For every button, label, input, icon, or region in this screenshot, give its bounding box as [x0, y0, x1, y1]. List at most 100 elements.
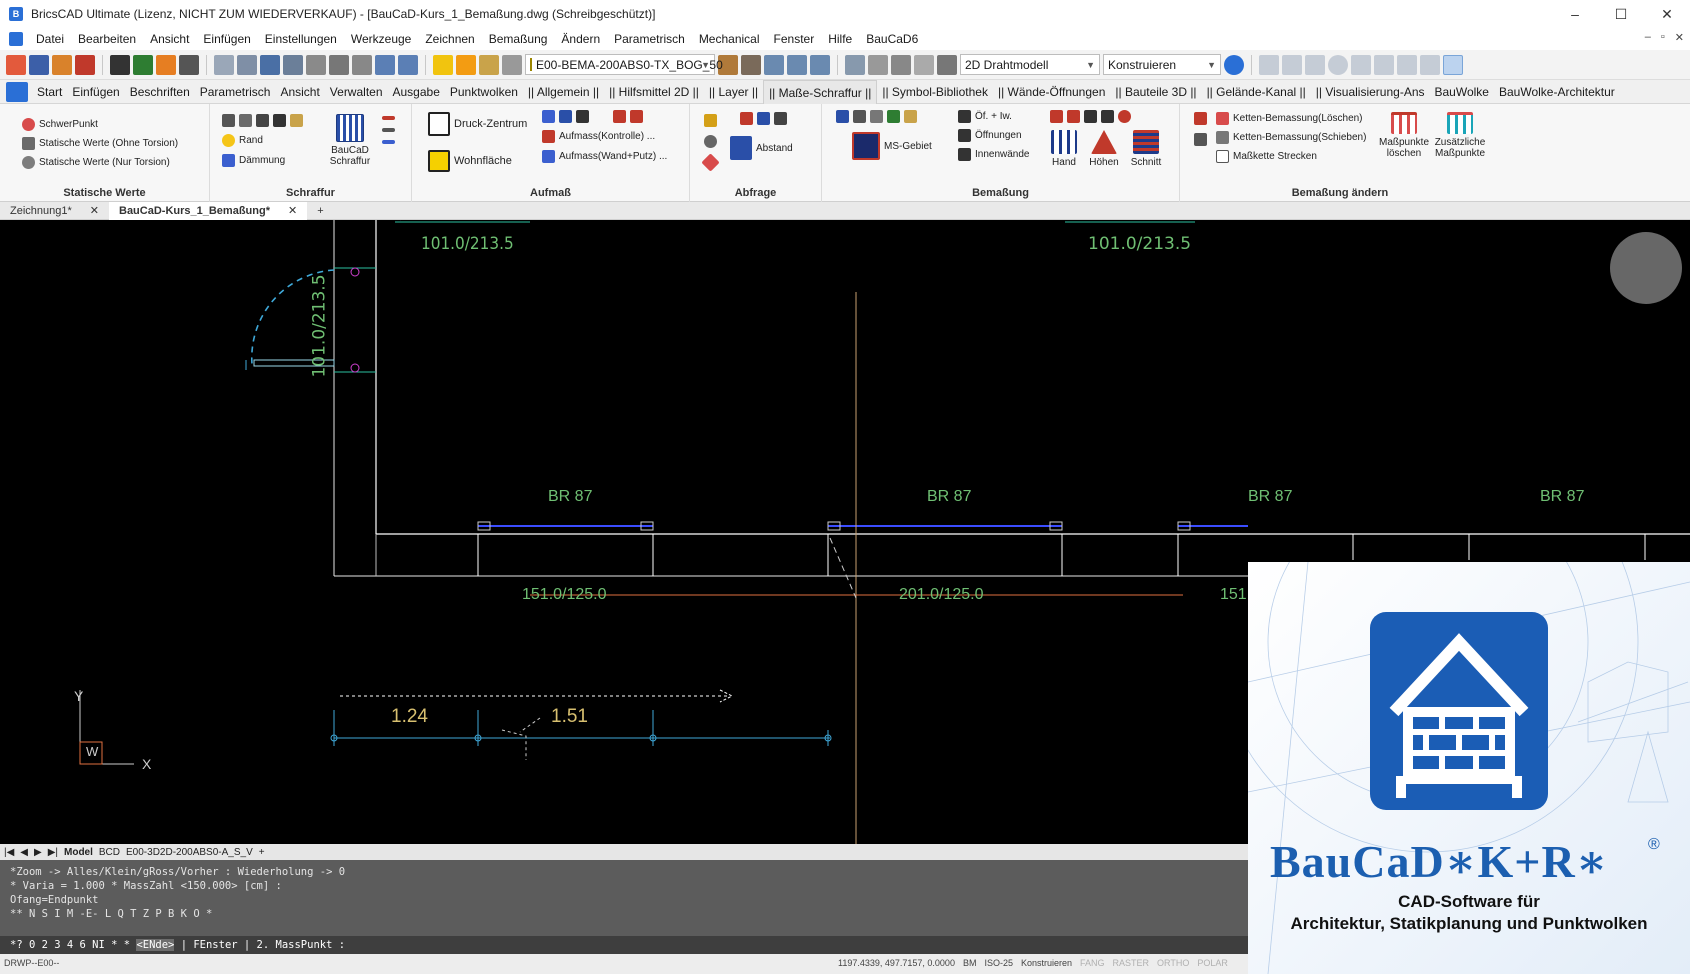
hatch-line-icon[interactable] [222, 114, 235, 127]
daemmung-button[interactable]: Dämmung [222, 154, 285, 167]
query-distance-icon[interactable] [757, 112, 770, 125]
tab-verwalten[interactable]: Verwalten [325, 80, 388, 104]
masspunkte-loeschen-button[interactable]: Maßpunkte löschen [1376, 112, 1432, 159]
arc-icon[interactable] [382, 128, 395, 132]
tab-ausgabe[interactable]: Ausgabe [388, 80, 445, 104]
maximize-button[interactable]: ☐ [1598, 0, 1644, 28]
house-icon[interactable] [630, 110, 643, 123]
schnitt-button[interactable]: Schnitt [1126, 130, 1166, 168]
tab-waende-oeffnungen[interactable]: || Wände-Öffnungen [993, 80, 1110, 104]
close-icon[interactable]: ✕ [288, 202, 297, 220]
workspace-dropdown[interactable]: Konstruieren ▼ [1103, 54, 1221, 75]
menu-werkzeuge[interactable]: Werkzeuge [344, 32, 418, 46]
ortho-icon[interactable] [110, 54, 130, 75]
dim-p-icon[interactable] [1118, 110, 1131, 123]
sun-icon[interactable] [456, 54, 476, 75]
navigation-wheel[interactable] [1610, 232, 1682, 304]
measure-stack-icon[interactable] [576, 110, 589, 123]
layer-state-icon[interactable] [52, 54, 72, 75]
dim-table-icon[interactable] [1067, 110, 1080, 123]
statische-werte-ohne-torsion-button[interactable]: Statische Werte (Ohne Torsion) [22, 137, 178, 150]
druck-zentrum-button[interactable]: Druck-Zentrum [428, 112, 527, 136]
dim-stack-icon[interactable] [1101, 110, 1114, 123]
chain-move-side-icon[interactable] [1194, 133, 1207, 146]
minimize-button[interactable]: – [1552, 0, 1598, 28]
menu-einstellungen[interactable]: Einstellungen [258, 32, 344, 46]
layer-freeze-icon[interactable] [787, 54, 807, 75]
snap-endpoint-icon[interactable] [1259, 54, 1279, 75]
hatch-pattern-icon[interactable] [239, 114, 252, 127]
help-icon[interactable] [1224, 54, 1244, 75]
open-file-icon[interactable] [237, 54, 257, 75]
new-file-icon[interactable] [214, 54, 234, 75]
preview-icon[interactable] [306, 54, 326, 75]
snap-midpoint-icon[interactable] [1282, 54, 1302, 75]
close-icon[interactable]: ✕ [90, 202, 99, 220]
document-icon[interactable] [9, 32, 23, 46]
layer-isolate-icon[interactable] [764, 54, 784, 75]
layout-first-button[interactable]: |◀ [4, 847, 14, 858]
layer-dropdown[interactable]: E00-BEMA-200ABS0-TX_BOG_50 ▼ [525, 54, 723, 75]
hoehen-button[interactable]: Höhen [1084, 130, 1124, 168]
tab-bauwolke-architektur[interactable]: BauWolke-Architektur [1494, 80, 1620, 104]
statische-werte-nur-torsion-button[interactable]: Statische Werte (Nur Torsion) [22, 156, 170, 169]
command-option-ende[interactable]: <ENde> [136, 939, 175, 951]
status-dimstyle[interactable]: ISO-25 [984, 958, 1013, 968]
baucad-schraffur-button[interactable]: BauCaD Schraffur [320, 114, 380, 167]
snap-node-icon[interactable] [1374, 54, 1394, 75]
lines-icon[interactable] [179, 54, 199, 75]
snap-perpendicular-icon[interactable] [1351, 54, 1371, 75]
aufmass-kontrolle-button[interactable]: Aufmass(Kontrolle) ... [542, 130, 655, 143]
ketten-bemassung-schieben-button[interactable]: Ketten-Bemassung(Schieben) [1216, 131, 1366, 144]
printer-layer-icon[interactable] [502, 54, 522, 75]
measure-right-icon[interactable] [559, 110, 572, 123]
status-polar[interactable]: POLAR [1197, 958, 1228, 968]
tab-punktwolken[interactable]: Punktwolken [445, 80, 523, 104]
tab-allgemein[interactable]: || Allgemein || [523, 80, 604, 104]
measure-left-icon[interactable] [542, 110, 555, 123]
tab-ansicht[interactable]: Ansicht [275, 80, 324, 104]
eraser-icon[interactable] [868, 54, 888, 75]
innenwaende-button[interactable]: Innenwände [958, 148, 1030, 161]
query-rotate-icon[interactable] [704, 135, 717, 148]
rand-button[interactable]: Rand [222, 134, 263, 147]
new-tab-button[interactable]: + [307, 202, 333, 220]
sheet-icon[interactable] [914, 54, 934, 75]
layout-last-button[interactable]: ▶| [48, 847, 58, 858]
hatch-corner-icon[interactable] [256, 114, 269, 127]
zusaetzliche-masspunkte-button[interactable]: Zusätzliche Maßpunkte [1432, 112, 1488, 159]
status-fang[interactable]: FANG [1080, 958, 1105, 968]
building-icon[interactable] [133, 54, 153, 75]
wohnflaeche-button[interactable]: Wohnfläche [428, 150, 512, 172]
query-point-icon[interactable] [701, 153, 720, 172]
oef-iw-button[interactable]: Öf. + Iw. [958, 110, 1012, 123]
layer-off-icon[interactable] [810, 54, 830, 75]
menu-zeichnen[interactable]: Zeichnen [418, 32, 481, 46]
tab-layer[interactable]: || Layer || [704, 80, 763, 104]
house-icon[interactable] [156, 54, 176, 75]
status-workspace[interactable]: Konstruieren [1021, 958, 1072, 968]
dim-aligned-icon[interactable] [853, 110, 866, 123]
plot-icon[interactable] [352, 54, 372, 75]
layer-previous-icon[interactable] [741, 54, 761, 75]
snap-none-icon[interactable] [1397, 54, 1417, 75]
status-bm[interactable]: BM [963, 958, 977, 968]
properties-icon[interactable] [75, 54, 95, 75]
tab-gelaende-kanal[interactable]: || Gelände-Kanal || [1202, 80, 1311, 104]
ketten-bemassung-loeschen-button[interactable]: Ketten-Bemassung(Löschen) [1216, 112, 1363, 125]
layout-tab-e00[interactable]: E00-3D2D-200ABS0-A_S_V [126, 847, 253, 858]
house-up-icon[interactable] [613, 110, 626, 123]
query-area-icon[interactable] [740, 112, 753, 125]
schwerpunkt-button[interactable]: SchwerPunkt [22, 118, 98, 131]
tab-hilfsmittel-2d[interactable]: || Hilfsmittel 2D || [604, 80, 704, 104]
ms-gebiet-button[interactable]: MS-Gebiet [852, 132, 932, 160]
layout-prev-button[interactable]: ◀ [20, 847, 28, 858]
doc-restore-button[interactable]: ▫ [1661, 31, 1665, 44]
snap-clear-icon[interactable] [1443, 54, 1463, 75]
snap-intersection-icon[interactable] [1305, 54, 1325, 75]
menu-bemassung[interactable]: Bemaßung [482, 32, 555, 46]
doc-close-button[interactable]: ✕ [1675, 31, 1684, 44]
status-ortho[interactable]: ORTHO [1157, 958, 1189, 968]
tab-beschriften[interactable]: Beschriften [125, 80, 195, 104]
render-icon[interactable] [891, 54, 911, 75]
